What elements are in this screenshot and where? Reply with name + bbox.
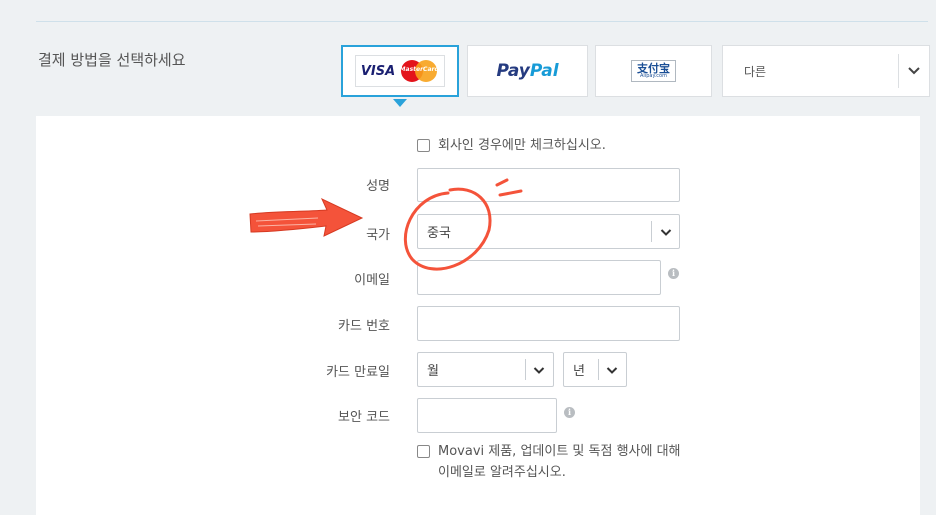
payment-method-label: 결제 방법을 선택하세요 [38, 51, 186, 69]
payment-option-other-select[interactable]: 다른 [722, 45, 930, 97]
chevron-down-icon [606, 367, 618, 374]
info-icon[interactable]: i [668, 268, 679, 279]
other-select-value: 다른 [744, 64, 767, 79]
expiry-month-select[interactable]: 월 [417, 352, 554, 387]
expiry-year-select[interactable]: 년 [563, 352, 627, 387]
name-input[interactable] [417, 168, 680, 202]
security-code-label: 보안 코드 [338, 410, 390, 425]
newsletter-label-line2: 이메일로 알려주십시오. [438, 465, 566, 480]
email-label: 이메일 [354, 273, 390, 288]
country-select[interactable]: 중국 [417, 214, 680, 249]
selected-caret [393, 99, 407, 107]
year-value: 년 [573, 364, 585, 379]
country-value: 중국 [427, 226, 451, 241]
chevron-down-icon [533, 367, 545, 374]
card-number-input[interactable] [417, 306, 680, 341]
newsletter-label-line1: Movavi 제품, 업데이트 및 독점 행사에 대해 [438, 444, 681, 459]
alipay-logo: 支付宝 Alipay.com [631, 60, 676, 82]
company-checkbox-label: 회사인 경우에만 체크하십시오. [438, 138, 606, 153]
top-divider [36, 21, 928, 22]
visa-mastercard-logo: VISA MasterCard [354, 55, 446, 87]
paypal-logo: PayPal [496, 61, 559, 81]
email-input[interactable] [417, 260, 661, 295]
name-label: 성명 [366, 179, 390, 194]
chevron-down-icon [660, 229, 672, 236]
visa-logo-text: VISA [360, 63, 396, 79]
payment-option-alipay[interactable]: 支付宝 Alipay.com [595, 45, 712, 97]
company-checkbox[interactable] [417, 139, 430, 152]
country-label: 국가 [366, 228, 390, 243]
month-value: 월 [427, 364, 439, 379]
expiry-label: 카드 만료일 [326, 365, 390, 380]
newsletter-checkbox[interactable] [417, 445, 430, 458]
payment-option-paypal[interactable]: PayPal [467, 45, 588, 97]
info-icon[interactable]: i [564, 407, 575, 418]
payment-option-card[interactable]: VISA MasterCard [341, 45, 459, 97]
card-number-label: 카드 번호 [338, 319, 390, 334]
chevron-down-icon [908, 67, 920, 75]
mastercard-logo: MasterCard [399, 60, 439, 82]
security-code-input[interactable] [417, 398, 557, 433]
